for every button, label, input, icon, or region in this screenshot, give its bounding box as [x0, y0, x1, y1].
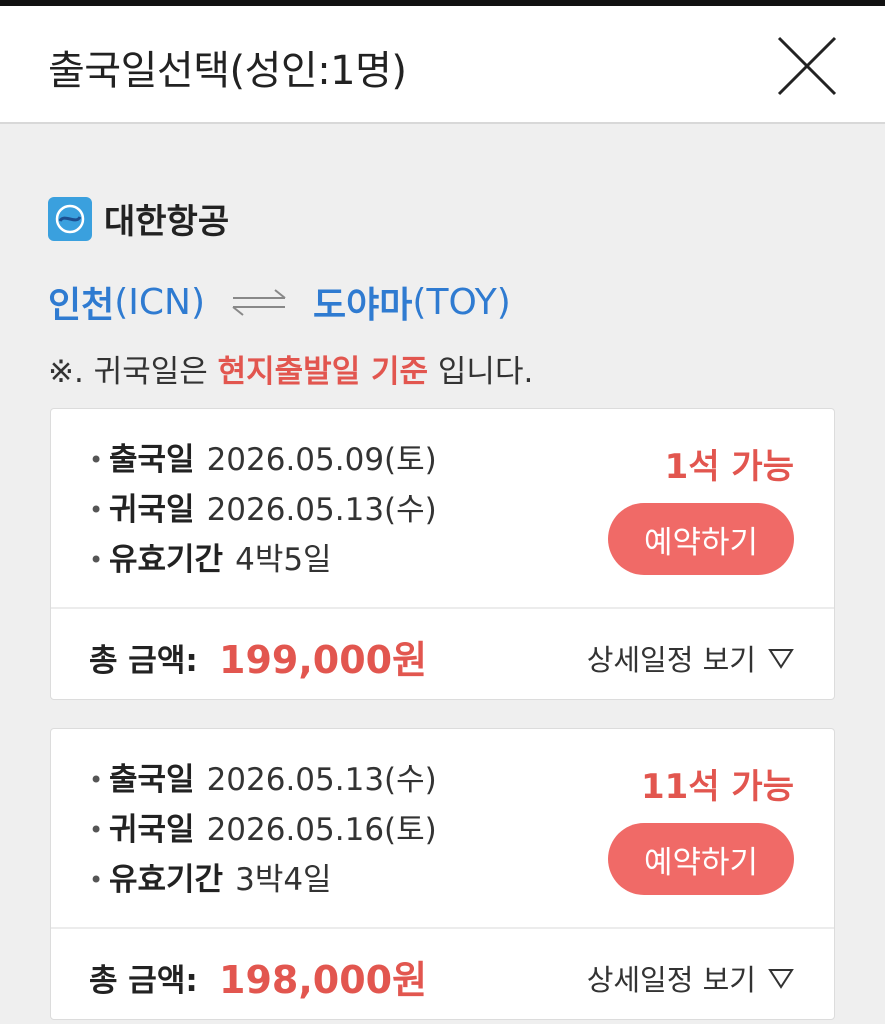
detail-label: 상세일정 보기	[586, 643, 756, 677]
origin-code: (ICN)	[114, 281, 206, 323]
book-button[interactable]: 예약하기	[608, 503, 794, 575]
depart-date: 2026.05.13(수)	[206, 762, 437, 798]
bullet-icon: •	[89, 546, 104, 574]
notice-prefix: ※. 귀국일은	[48, 354, 218, 390]
flight-option-card: • 출국일 2026.05.13(수) • 귀국일 2026.05.16(토) …	[50, 728, 835, 1020]
total-price: 199,000원	[219, 638, 428, 682]
notice-highlight: 현지출발일 기준	[217, 354, 429, 390]
round-trip-arrows-icon	[229, 287, 289, 317]
return-label: 귀국일	[109, 812, 195, 848]
return-date-notice: ※. 귀국일은 현지출발일 기준 입니다.	[48, 346, 533, 391]
notice-suffix: 입니다.	[428, 354, 534, 390]
flight-option-card: • 출국일 2026.05.09(토) • 귀국일 2026.05.13(수) …	[50, 408, 835, 700]
view-details-link[interactable]: 상세일정 보기	[587, 637, 794, 679]
dest-city: 도야마	[313, 285, 413, 326]
route: 인천 (ICN) 도야마 (TOY)	[48, 276, 511, 328]
validity-row: • 유효기간 3박4일	[89, 855, 437, 905]
total-label: 총 금액:	[89, 963, 198, 999]
total-price: 198,000원	[219, 958, 428, 1002]
dest-code: (TOY)	[412, 281, 511, 323]
return-date: 2026.05.16(토)	[206, 812, 437, 848]
total-label: 총 금액:	[89, 643, 198, 679]
flight-info: • 출국일 2026.05.09(토) • 귀국일 2026.05.13(수) …	[89, 435, 437, 585]
bullet-icon: •	[89, 446, 104, 474]
header: 출국일선택(성인:1명)	[0, 6, 885, 124]
card-footer: 총 금액: 198,000원 상세일정 보기	[51, 929, 834, 1019]
validity-label: 유효기간	[109, 862, 224, 898]
triangle-down-icon	[768, 967, 794, 989]
view-details-link[interactable]: 상세일정 보기	[587, 957, 794, 999]
seat-availability: 1석 가능	[664, 447, 794, 487]
depart-label: 출국일	[109, 762, 195, 798]
return-row: • 귀국일 2026.05.16(토)	[89, 805, 437, 855]
book-button[interactable]: 예약하기	[608, 823, 794, 895]
card-info: • 출국일 2026.05.09(토) • 귀국일 2026.05.13(수) …	[51, 409, 834, 609]
depart-row: • 출국일 2026.05.09(토)	[89, 435, 437, 485]
seat-availability: 11석 가능	[641, 767, 794, 807]
origin-city: 인천	[48, 285, 115, 326]
validity-label: 유효기간	[109, 542, 224, 578]
airline-name: 대한항공	[104, 202, 230, 242]
card-info: • 출국일 2026.05.13(수) • 귀국일 2026.05.16(토) …	[51, 729, 834, 929]
depart-row: • 출국일 2026.05.13(수)	[89, 755, 437, 805]
flight-info: • 출국일 2026.05.13(수) • 귀국일 2026.05.16(토) …	[89, 755, 437, 905]
depart-date: 2026.05.09(토)	[206, 442, 437, 478]
card-footer: 총 금액: 199,000원 상세일정 보기	[51, 609, 834, 699]
bullet-icon: •	[89, 766, 104, 794]
bullet-icon: •	[89, 816, 104, 844]
bullet-icon: •	[89, 496, 104, 524]
validity-value: 3박4일	[235, 862, 332, 898]
validity-row: • 유효기간 4박5일	[89, 535, 437, 585]
validity-value: 4박5일	[235, 542, 332, 578]
return-row: • 귀국일 2026.05.13(수)	[89, 485, 437, 535]
airline-logo-icon	[48, 196, 92, 241]
detail-label: 상세일정 보기	[586, 963, 756, 997]
bullet-icon: •	[89, 866, 104, 894]
page-title: 출국일선택(성인:1명)	[48, 48, 407, 94]
triangle-down-icon	[768, 647, 794, 669]
close-button[interactable]	[775, 34, 839, 98]
airline: 대한항공	[48, 194, 229, 243]
return-date: 2026.05.13(수)	[206, 492, 437, 528]
close-icon	[777, 36, 837, 96]
depart-label: 출국일	[109, 442, 195, 478]
return-label: 귀국일	[109, 492, 195, 528]
